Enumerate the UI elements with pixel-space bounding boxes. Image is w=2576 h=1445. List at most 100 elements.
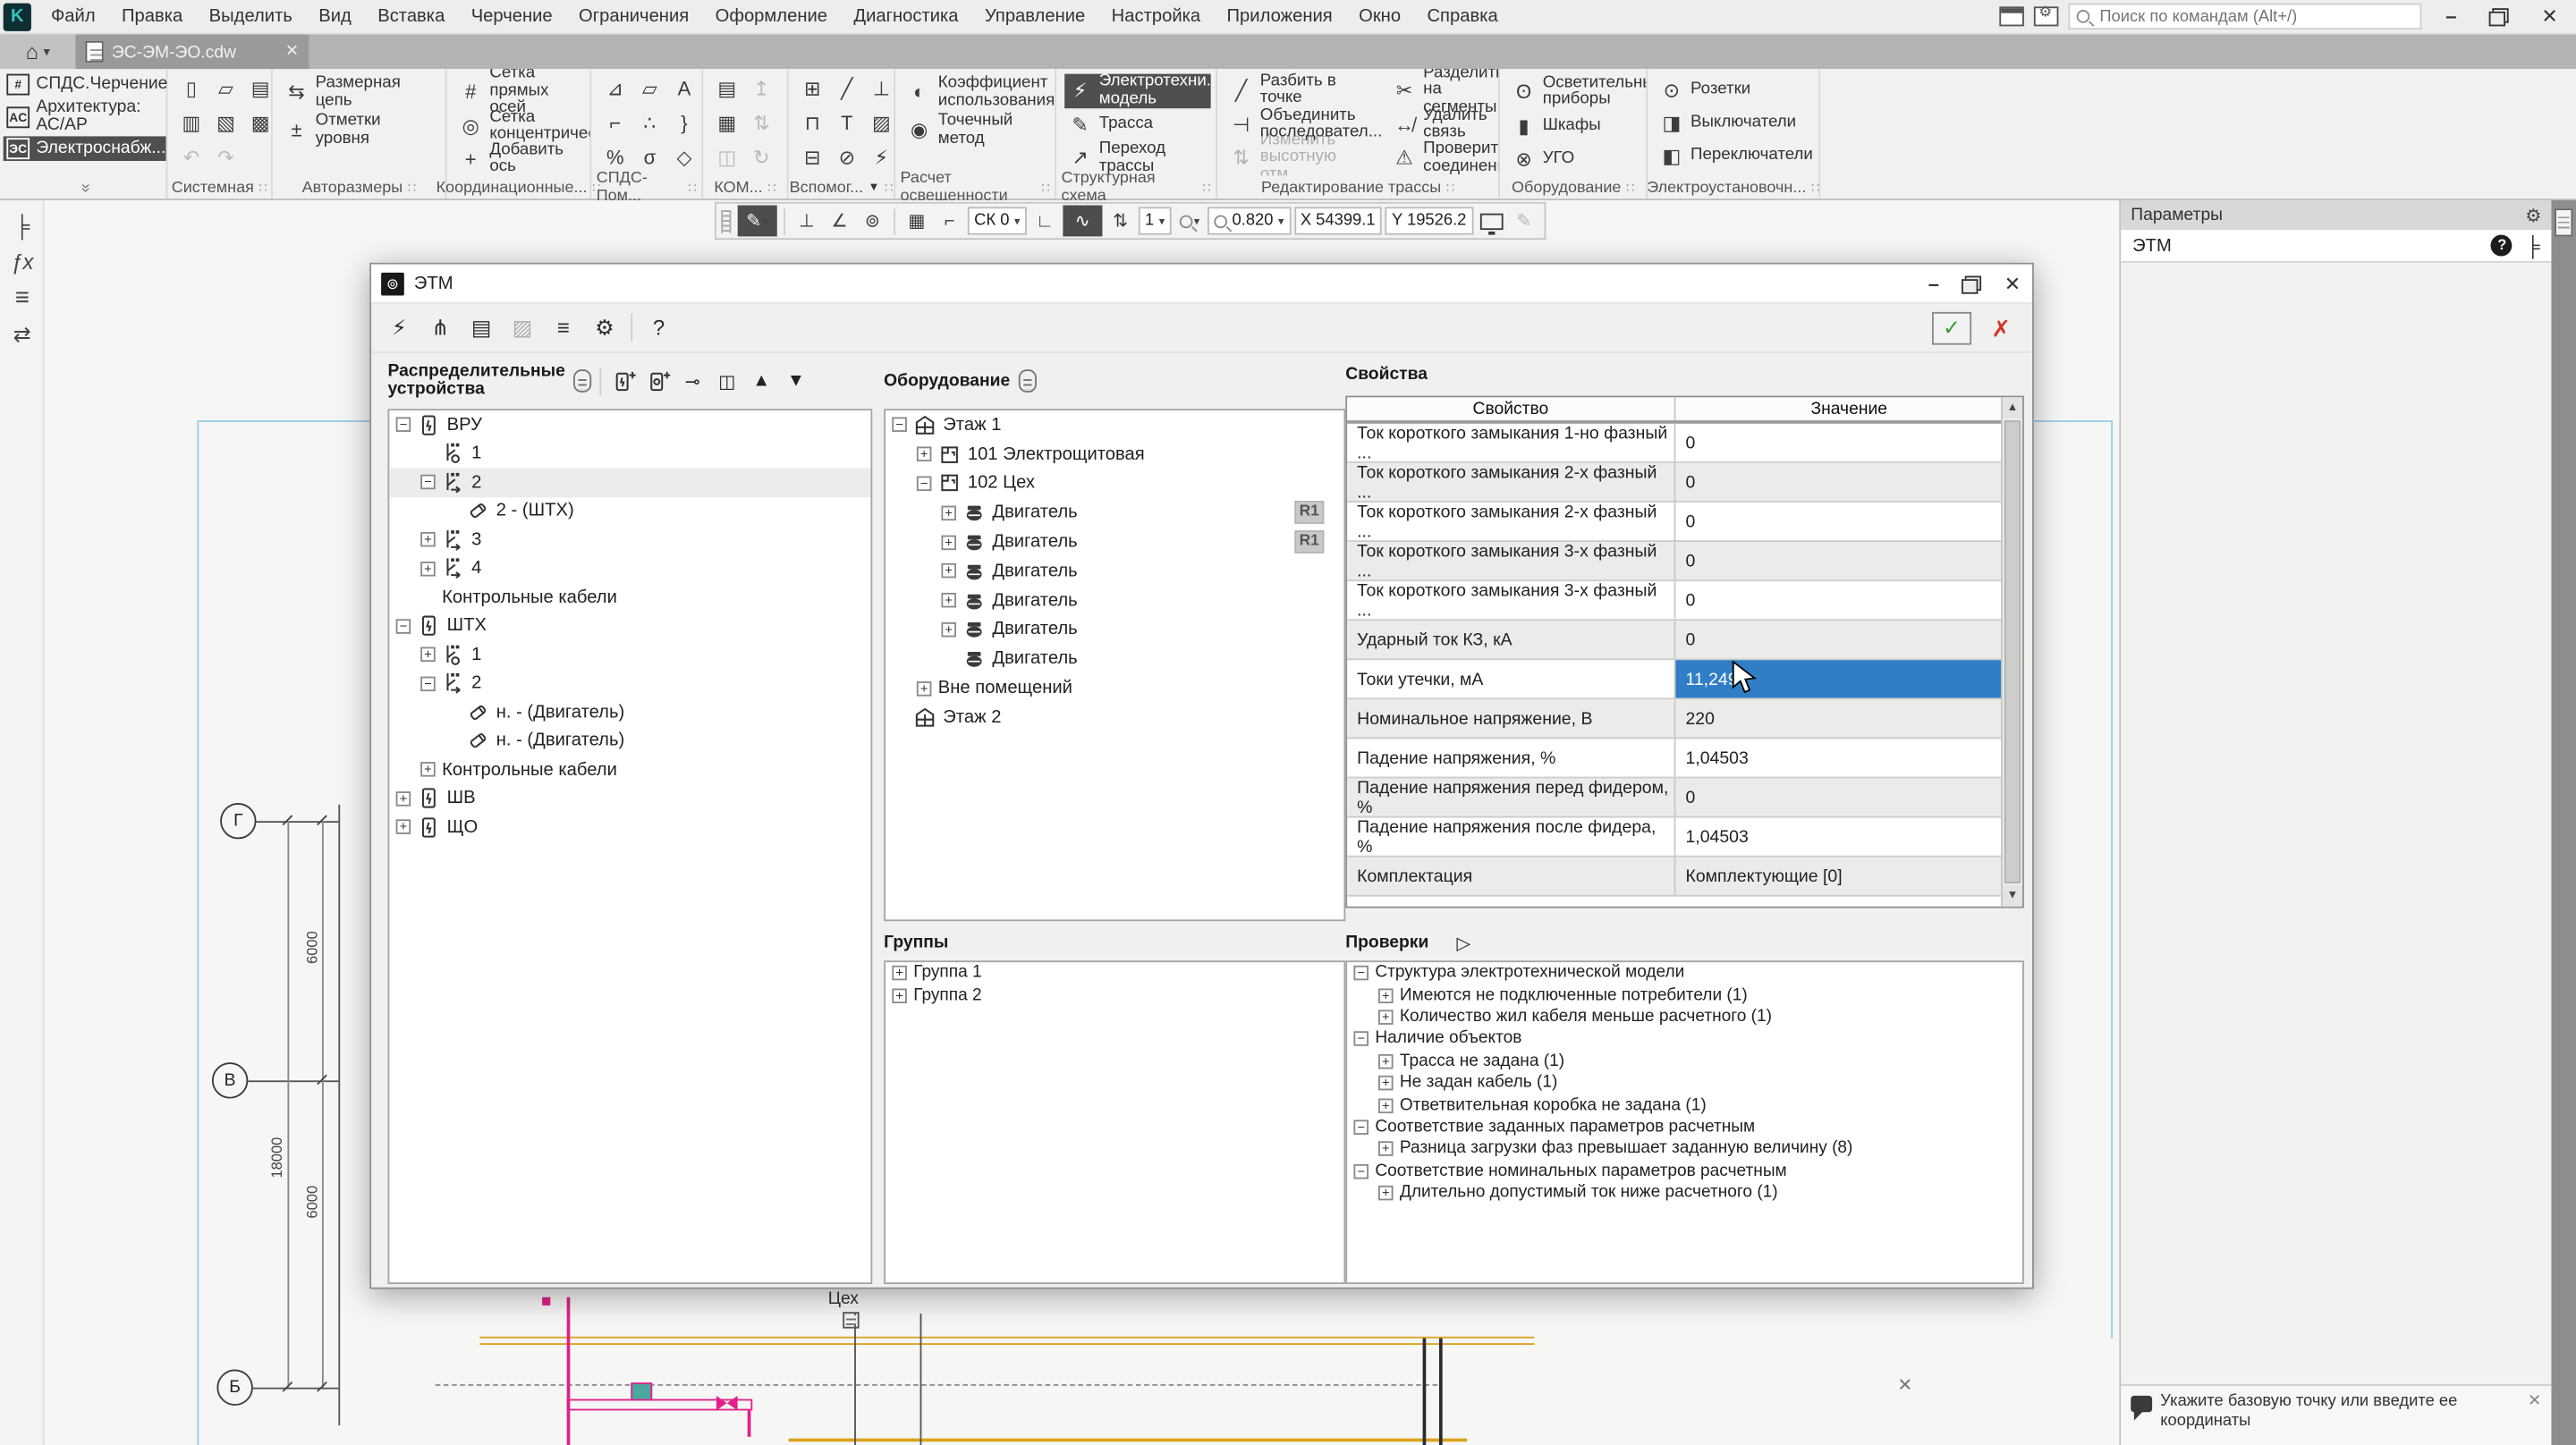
- tree-item[interactable]: −2: [389, 669, 870, 697]
- ok-button[interactable]: ✓: [1932, 311, 1971, 344]
- points-icon[interactable]: ∴: [634, 108, 665, 138]
- tree-item[interactable]: +Имеются не подключенные потребители (1): [1347, 984, 2022, 1007]
- scrollbar-thumb[interactable]: [2004, 420, 2021, 883]
- menu-item[interactable]: Правка: [108, 0, 196, 34]
- save-as-icon[interactable]: ▩: [245, 108, 271, 138]
- run-checks-button[interactable]: ▷: [1457, 932, 1471, 953]
- expand-icon[interactable]: +: [892, 966, 907, 981]
- collapse-icon[interactable]: −: [1353, 1120, 1368, 1135]
- etm-calc-icon[interactable]: ⚡: [385, 313, 414, 342]
- tree-item[interactable]: +Трасса не задана (1): [1347, 1050, 2022, 1072]
- value-cell[interactable]: Комплектующие [0]: [1675, 858, 2022, 895]
- ucs-icon[interactable]: ⌐: [935, 206, 964, 237]
- expand-icon[interactable]: +: [941, 505, 956, 520]
- ribbon-button[interactable]: ◐Коэффициент использования: [903, 74, 1049, 112]
- ribbon-button[interactable]: ⇆Размерная цепь: [281, 74, 440, 112]
- zoom-tools-button[interactable]: ▾: [1174, 206, 1204, 237]
- calculator-panel-icon[interactable]: [2555, 208, 2572, 236]
- window-settings-icon[interactable]: [2034, 6, 2059, 26]
- sort-filter-icon[interactable]: [573, 369, 591, 393]
- functions-icon[interactable]: ƒx: [0, 245, 45, 281]
- ribbon-button[interactable]: ╱Разбить в точке: [1225, 74, 1385, 108]
- link-devices-icon[interactable]: ⊸: [679, 368, 707, 393]
- spec-table-icon[interactable]: ▤: [711, 74, 742, 104]
- document-tab[interactable]: ЭС-ЭМ-ЭО.cdw ✕: [75, 35, 309, 70]
- tree-item[interactable]: +ШВ: [389, 784, 870, 813]
- tree-item[interactable]: +Группа 2: [886, 984, 1343, 1007]
- table-row[interactable]: Падение напряжения, %1,04503: [1347, 739, 2022, 778]
- ground-icon[interactable]: ⊥: [866, 74, 894, 104]
- help-button[interactable]: ?: [644, 313, 674, 342]
- menu-item[interactable]: Приложения: [1214, 0, 1346, 34]
- restore-button[interactable]: [2480, 2, 2520, 31]
- tree-item[interactable]: Контрольные кабели: [389, 583, 870, 612]
- dialog-minimize-button[interactable]: [1914, 268, 1953, 298]
- menu-item[interactable]: Справка: [1414, 0, 1512, 34]
- value-cell[interactable]: 0: [1675, 503, 2022, 540]
- scroll-up-icon[interactable]: ▲: [2003, 397, 2022, 418]
- tree-item[interactable]: +Длительно допустимый ток ниже расчетног…: [1347, 1182, 2022, 1204]
- slope-icon[interactable]: %: [599, 143, 631, 173]
- frame-icon[interactable]: ⊞: [797, 74, 828, 104]
- ribbon-button[interactable]: ⚠Проверить соединения: [1389, 142, 1498, 176]
- table-row[interactable]: Токи утечки, мА11,249: [1347, 660, 2022, 699]
- tree-item[interactable]: −102 Цех: [886, 469, 1343, 498]
- menu-item[interactable]: Выделить: [196, 0, 306, 34]
- axis-bubble[interactable]: В: [212, 1062, 248, 1098]
- expand-icon[interactable]: +: [396, 820, 411, 835]
- tree-item[interactable]: +ДвигательR1: [886, 528, 1343, 557]
- expand-icon[interactable]: +: [420, 562, 436, 577]
- tree-item[interactable]: +Разница загрузки фаз превышает заданную…: [1347, 1138, 2022, 1161]
- snap-point-icon[interactable]: ⊚: [858, 206, 887, 237]
- close-button[interactable]: [2530, 2, 2570, 31]
- tree-item[interactable]: +101 Электрощитовая: [886, 440, 1343, 469]
- ribbon-button[interactable]: ±Отметки уровня: [281, 112, 440, 149]
- workspace-button[interactable]: #СПДС.Черчение: [4, 72, 166, 97]
- tree-item[interactable]: Этаж 2: [886, 703, 1343, 732]
- menu-item[interactable]: Ограничения: [565, 0, 702, 34]
- collapse-icon[interactable]: −: [1353, 966, 1368, 981]
- table-scrollbar[interactable]: ▲ ▼: [2001, 397, 2022, 906]
- gear-icon[interactable]: ⚙: [589, 313, 619, 342]
- expand-icon[interactable]: +: [941, 593, 956, 608]
- app-logo-icon[interactable]: K: [4, 3, 31, 30]
- print-icon[interactable]: ▥: [176, 108, 208, 138]
- collapse-icon[interactable]: −: [420, 676, 436, 691]
- expand-icon[interactable]: +: [941, 622, 956, 638]
- snap-angle-icon[interactable]: ∠: [825, 206, 854, 237]
- tree-item[interactable]: н. - (Двигатель): [389, 727, 870, 756]
- table-icon[interactable]: ▦: [711, 108, 742, 138]
- add-cabinet-alt-icon[interactable]: [644, 368, 672, 393]
- collapse-icon[interactable]: −: [420, 475, 436, 490]
- collapse-icon[interactable]: −: [396, 418, 411, 433]
- weld-icon[interactable]: σ: [634, 143, 665, 173]
- expand-icon[interactable]: +: [420, 532, 436, 547]
- expand-icon[interactable]: +: [917, 680, 932, 696]
- zoom-level-select[interactable]: 0.820▾: [1208, 207, 1291, 234]
- expand-icon[interactable]: +: [1378, 1186, 1394, 1201]
- add-cabinet-icon[interactable]: [609, 368, 637, 393]
- tree-item[interactable]: −Соответствие заданных параметров расчет…: [1347, 1116, 2022, 1138]
- expand-icon[interactable]: +: [1378, 1076, 1394, 1091]
- tree-item[interactable]: −Структура электротехнической модели: [1347, 962, 2022, 984]
- sort-filter-icon[interactable]: [1018, 369, 1036, 393]
- collapse-icon[interactable]: −: [396, 619, 411, 634]
- ribbon-button[interactable]: ⚡Электротехни... модель: [1064, 74, 1210, 109]
- tree-view-icon[interactable]: ╞: [2526, 234, 2540, 258]
- ribbon-button[interactable]: ✎Трасса: [1064, 108, 1210, 141]
- tree-item[interactable]: −ШТХ: [389, 612, 870, 640]
- expand-icon[interactable]: +: [892, 988, 907, 1003]
- close-tab-icon[interactable]: ✕: [285, 43, 299, 61]
- report-icon[interactable]: ▤: [467, 313, 496, 342]
- marker-icon[interactable]: ⊿: [599, 74, 631, 104]
- expand-icon[interactable]: +: [917, 447, 932, 462]
- collapse-icon[interactable]: −: [1353, 1032, 1368, 1047]
- tree-item[interactable]: н. - (Двигатель): [389, 697, 870, 726]
- tree-item[interactable]: +Двигатель: [886, 586, 1343, 615]
- chevron-down-icon[interactable]: ▼: [869, 182, 880, 193]
- draw-mode-button[interactable]: ✎▾: [738, 206, 777, 237]
- collapse-icon[interactable]: −: [1353, 1163, 1368, 1179]
- menu-item[interactable]: Окно: [1345, 0, 1413, 34]
- circle-axis-icon[interactable]: ⊘: [831, 143, 862, 173]
- grid-toggle-icon[interactable]: ▦: [902, 206, 931, 237]
